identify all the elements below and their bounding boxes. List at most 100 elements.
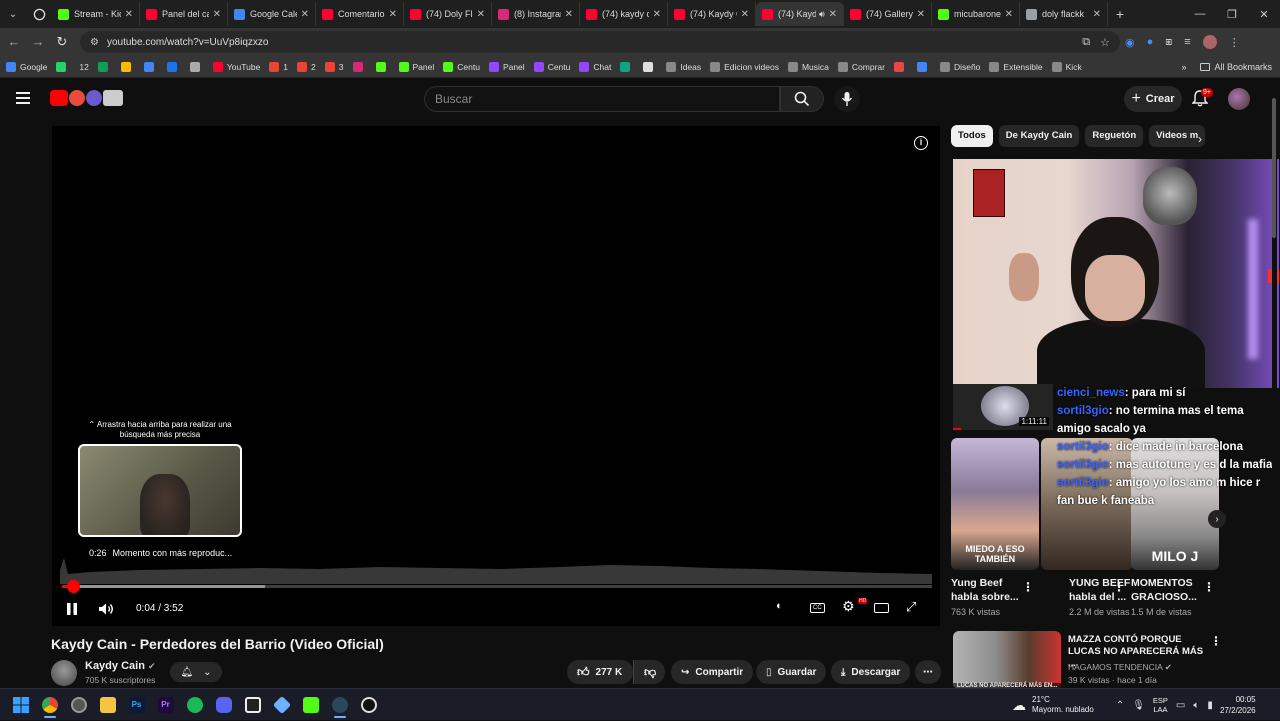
bookmark-star-icon[interactable]: ☆ xyxy=(1100,36,1110,49)
browser-tab[interactable]: (74) Doly Flackk ✕ xyxy=(404,2,492,26)
create-button[interactable]: + Crear xyxy=(1124,86,1182,112)
close-tab-icon[interactable]: ✕ xyxy=(565,9,573,20)
account-avatar[interactable] xyxy=(1228,88,1250,110)
browser-tab[interactable]: Comentarios ✕ xyxy=(316,2,404,26)
profile-icon[interactable] xyxy=(1202,35,1217,49)
bookmark-item[interactable]: Comprar xyxy=(837,61,885,72)
like-button[interactable]: 👍︎ 277 K xyxy=(567,660,633,684)
speaker-tray-icon[interactable]: 🔈︎ xyxy=(1193,700,1199,711)
video-menu-icon[interactable]: ⋮ xyxy=(1210,634,1222,648)
browser-tab[interactable]: micubaroneo ✕ xyxy=(932,2,1020,26)
bookmark-item[interactable]: Chat xyxy=(579,61,611,72)
back-button[interactable]: ← xyxy=(2,34,26,49)
bookmark-item[interactable] xyxy=(352,61,367,72)
close-tab-icon[interactable]: ✕ xyxy=(1093,9,1101,20)
close-tab-icon[interactable]: ✕ xyxy=(653,9,661,20)
bookmark-item[interactable]: 3 xyxy=(324,61,344,72)
bookmark-item[interactable] xyxy=(643,61,657,72)
browser-tab[interactable]: Panel del canal ✕ xyxy=(140,2,228,26)
capcut-icon[interactable] xyxy=(238,691,267,719)
filter-chip[interactable]: De Kaydy Cain xyxy=(998,125,1080,147)
filter-chip[interactable]: Reguetón xyxy=(1085,125,1144,147)
language-indicator[interactable]: ESP LAA xyxy=(1153,696,1168,714)
video-channel[interactable]: HAGAMOS TENDENCIA ✔ xyxy=(1068,662,1172,673)
bookmark-item[interactable] xyxy=(189,61,204,72)
guide-menu-icon[interactable] xyxy=(16,92,30,107)
start-button[interactable] xyxy=(6,691,35,719)
reading-list-icon[interactable]: ≡ xyxy=(1184,36,1190,48)
speaker-icon[interactable]: 🔊︎ xyxy=(819,9,825,20)
tray-overflow-icon[interactable]: ⌃ xyxy=(1116,700,1124,711)
bookmarks-overflow-button[interactable]: » xyxy=(1181,62,1186,72)
filter-chip[interactable]: Videos m xyxy=(1149,125,1206,147)
chips-next-arrow[interactable]: › xyxy=(1198,132,1202,146)
autoplay-toggle[interactable]: ◐ xyxy=(776,600,783,612)
share-button[interactable]: ↪ Compartir xyxy=(671,660,754,684)
more-actions-button[interactable]: ⋯ xyxy=(915,660,941,684)
bookmark-item[interactable]: YouTube xyxy=(212,61,260,72)
short-title[interactable]: Yung Beef habla sobre... xyxy=(951,576,1023,604)
bookmark-item[interactable]: 1 xyxy=(269,61,288,72)
browser-tab[interactable]: doly flackk ✕ xyxy=(1020,2,1108,26)
bookmark-item[interactable]: Centu xyxy=(443,61,480,72)
bookmark-item[interactable] xyxy=(97,61,112,72)
bookmark-item[interactable] xyxy=(620,61,634,72)
bookmark-item[interactable] xyxy=(166,61,181,72)
page-scrollbar[interactable] xyxy=(1272,84,1277,684)
battery-icon[interactable]: ▮ xyxy=(1207,700,1213,711)
dislike-button[interactable]: 👎︎ xyxy=(633,660,665,684)
extensions-puzzle-icon[interactable]: ⧆ xyxy=(1165,36,1172,49)
maximize-button[interactable]: ❐ xyxy=(1216,8,1248,21)
browser-tab[interactable]: Google Calendar ✕ xyxy=(228,2,316,26)
short-menu-icon[interactable]: ⋮ xyxy=(1203,580,1215,594)
bookmark-item[interactable]: Edicion videos xyxy=(710,61,779,72)
extension-icon[interactable]: ◉ xyxy=(1125,36,1135,49)
reload-button[interactable]: ↻ xyxy=(50,34,74,50)
close-tab-icon[interactable]: ✕ xyxy=(1005,9,1013,20)
video-player[interactable]: i ⌃ Arrastra hacia arriba para realizar … xyxy=(52,126,940,626)
filter-chip[interactable]: Todos xyxy=(951,125,993,147)
video-thumbnail[interactable]: 1:11:11 xyxy=(953,384,1053,430)
spotify-icon[interactable] xyxy=(180,691,209,719)
bookmark-item[interactable]: Panel xyxy=(488,61,525,72)
pause-button[interactable] xyxy=(66,602,78,619)
bookmark-item[interactable] xyxy=(143,61,158,72)
all-bookmarks-button[interactable]: All Bookmarks xyxy=(1200,62,1272,72)
microphone-tray-icon[interactable]: 🎙︎ xyxy=(1132,700,1145,711)
bookmark-item[interactable]: Extensible xyxy=(989,61,1043,72)
forward-button[interactable]: → xyxy=(26,34,50,49)
theater-mode-button[interactable] xyxy=(874,603,889,613)
browser-menu-icon[interactable]: ⋮ xyxy=(1229,36,1240,49)
bookmark-item[interactable] xyxy=(56,61,70,72)
premiere-icon[interactable]: Pr xyxy=(151,691,180,719)
short-menu-icon[interactable]: ⋮ xyxy=(1113,580,1125,594)
bookmark-item[interactable]: 12 xyxy=(79,62,88,72)
bookmark-item[interactable]: Kick xyxy=(1051,61,1082,72)
info-icon[interactable]: i xyxy=(914,136,928,150)
subscription-notifications-button[interactable]: 🔔︎ ⌄ xyxy=(170,662,222,682)
search-button[interactable] xyxy=(780,86,824,112)
photoshop-icon[interactable]: Ps xyxy=(122,691,151,719)
app-icon[interactable] xyxy=(267,691,296,719)
tab-search-button[interactable]: ⌄ xyxy=(0,3,26,25)
close-tab-icon[interactable]: ✕ xyxy=(301,9,309,20)
extension-icon[interactable]: ● xyxy=(1147,36,1154,48)
install-app-icon[interactable]: ⧉ xyxy=(1082,36,1090,49)
short-menu-icon[interactable]: ⋮ xyxy=(1022,580,1034,594)
minimize-button[interactable]: — xyxy=(1184,8,1216,21)
obs-icon[interactable] xyxy=(354,691,383,719)
bookmark-item[interactable] xyxy=(120,61,135,72)
file-explorer-icon[interactable] xyxy=(93,691,122,719)
discord-icon[interactable] xyxy=(209,691,238,719)
bookmark-item[interactable]: Diseño xyxy=(939,61,980,72)
close-tab-icon[interactable]: ✕ xyxy=(477,9,485,20)
bookmark-item[interactable]: Google xyxy=(6,61,47,72)
youtube-logo[interactable] xyxy=(50,90,123,106)
browser-tab[interactable]: Stream - Kick ✕ xyxy=(52,2,140,26)
voice-search-button[interactable] xyxy=(834,86,860,112)
browser-tab[interactable]: (74) Kaydy Cain🔊︎ ✕ xyxy=(756,2,844,26)
site-info-icon[interactable]: ⚙ xyxy=(90,37,99,48)
kick-icon[interactable] xyxy=(296,691,325,719)
settings-gear-icon[interactable]: ⚙ xyxy=(842,598,855,615)
close-tab-icon[interactable]: ✕ xyxy=(741,9,749,20)
